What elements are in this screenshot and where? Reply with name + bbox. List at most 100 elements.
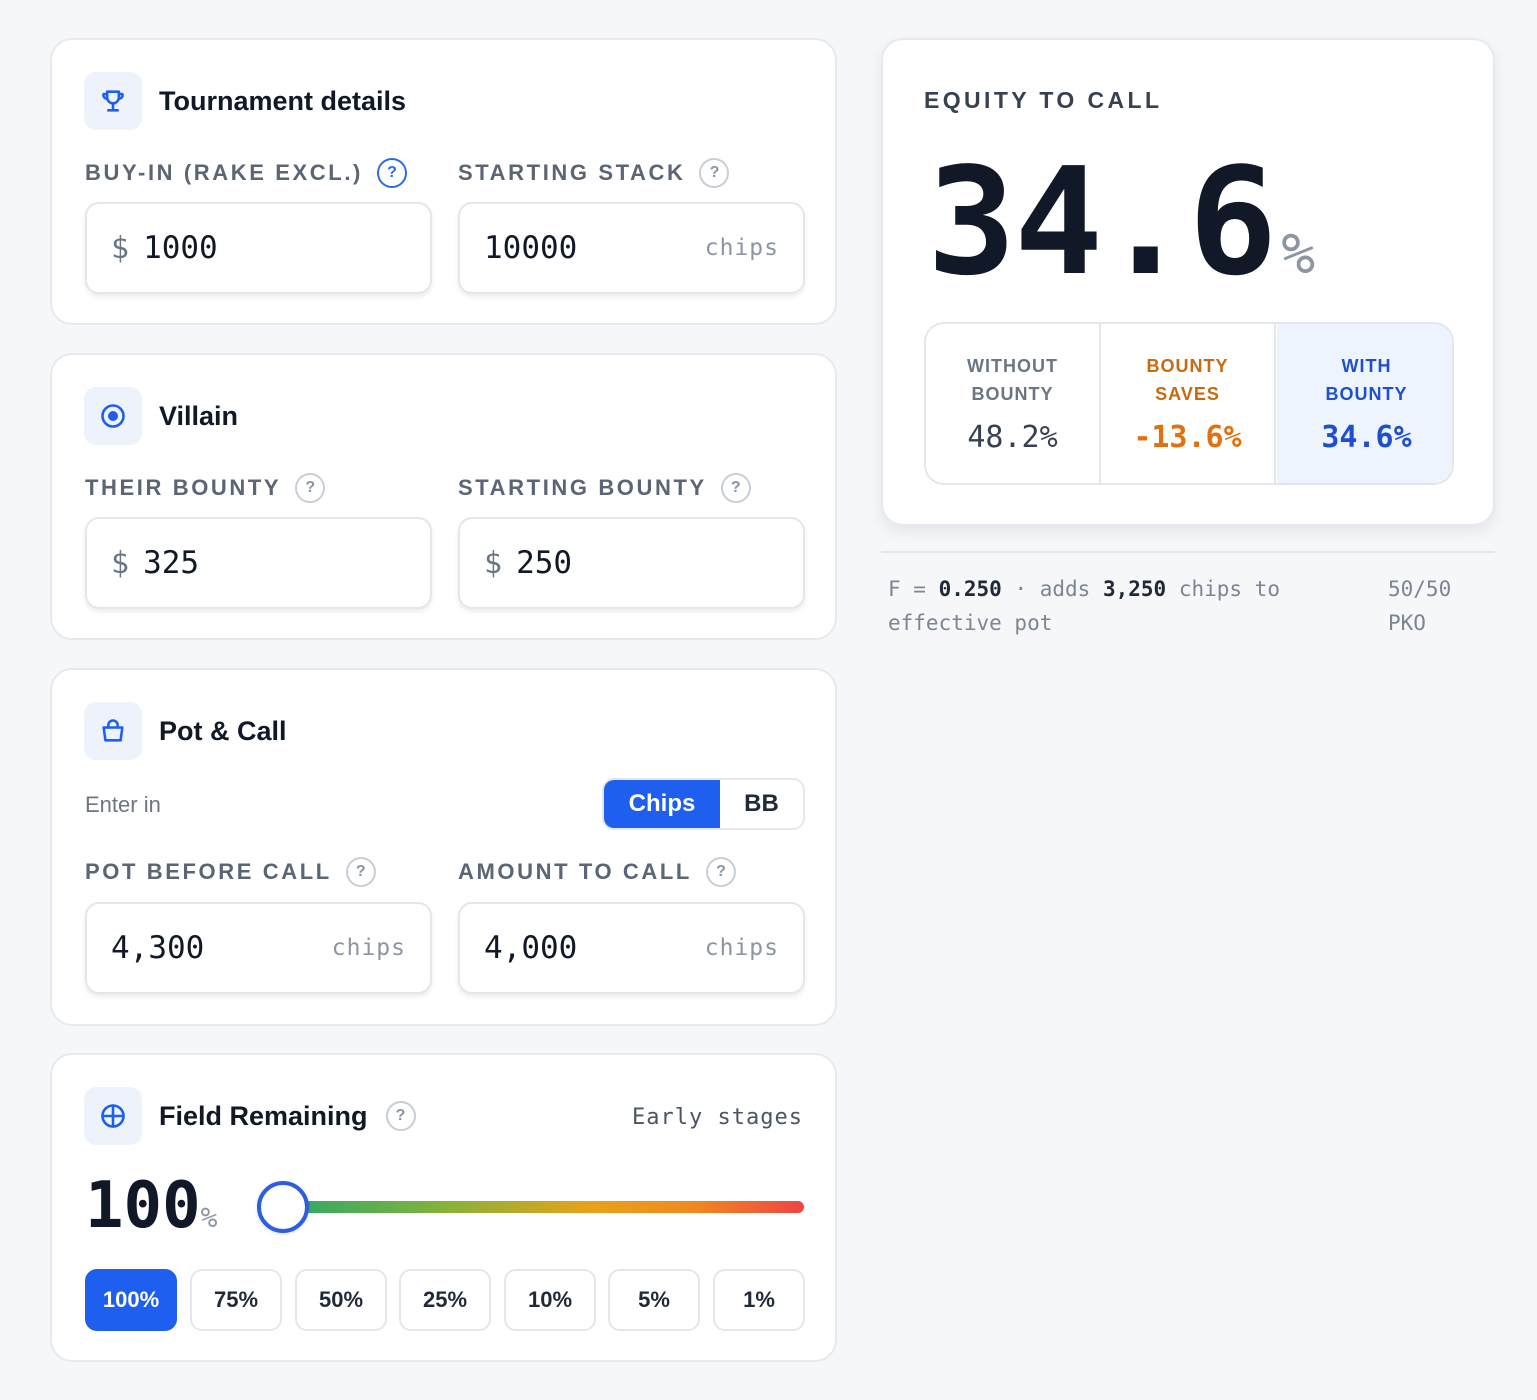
- unit-suffix: chips: [704, 935, 779, 961]
- help-icon[interactable]: ?: [345, 857, 376, 887]
- equity-breakdown: WITHOUT BOUNTY 48.2% BOUNTY SAVES -13.6%…: [924, 322, 1454, 485]
- buyin-label-text: BUY-IN (RAKE EXCL.): [85, 160, 363, 185]
- buyin-value: 1000: [143, 230, 218, 266]
- amount-to-call-label: AMOUNT TO CALL ?: [458, 857, 736, 887]
- currency-prefix: $: [111, 545, 130, 581]
- card-title: Field Remaining: [159, 1100, 368, 1131]
- their-bounty-label-text: THEIR BOUNTY: [85, 475, 282, 500]
- bounty-saves-label-line2: SAVES: [1155, 384, 1220, 404]
- with-bounty-cell: WITH BOUNTY 34.6%: [1277, 324, 1452, 483]
- field-remaining-card: Field Remaining ? Early stages 100 % 100…: [50, 1053, 837, 1362]
- card-header: Field Remaining ?: [84, 1087, 416, 1145]
- amount-to-call-value: 4,000: [484, 930, 578, 966]
- unit-suffix: chips: [704, 235, 779, 261]
- factor-value: 0.250: [938, 577, 1002, 601]
- divider: [881, 551, 1495, 553]
- pot-call-card: Pot & Call Enter in Chips BB POT BEFORE …: [50, 668, 837, 1026]
- pot-before-call-input[interactable]: 4,300 chips: [85, 902, 432, 994]
- format-line1: 50/50: [1388, 577, 1452, 601]
- starting-bounty-input[interactable]: $ 250: [458, 517, 805, 609]
- preset-100[interactable]: 100%: [85, 1269, 177, 1331]
- help-icon[interactable]: ?: [376, 158, 407, 188]
- starting-bounty-label-text: STARTING BOUNTY: [458, 475, 707, 500]
- their-bounty-label: THEIR BOUNTY ?: [85, 473, 326, 503]
- added-chips-value: 3,250: [1102, 577, 1167, 601]
- with-bounty-label-line1: WITH: [1341, 356, 1392, 376]
- help-icon[interactable]: ?: [385, 1101, 416, 1131]
- equity-value-display: 34.6 %: [927, 136, 1315, 308]
- help-icon[interactable]: ?: [699, 158, 730, 188]
- pot-before-call-label-text: POT BEFORE CALL: [85, 859, 332, 884]
- card-title: Pot & Call: [159, 715, 287, 746]
- help-icon[interactable]: ?: [705, 857, 736, 887]
- unit-toggle[interactable]: Chips BB: [602, 778, 805, 830]
- basket-icon: [84, 702, 142, 760]
- their-bounty-input[interactable]: $ 325: [85, 517, 432, 609]
- starting-stack-input[interactable]: 10000 chips: [458, 202, 805, 294]
- buyin-label: BUY-IN (RAKE EXCL.) ?: [85, 158, 407, 188]
- preset-75[interactable]: 75%: [190, 1269, 282, 1331]
- enter-in-label: Enter in: [85, 792, 161, 817]
- with-bounty-label-line2: BOUNTY: [1325, 384, 1408, 404]
- starting-stack-value: 10000: [484, 230, 578, 266]
- without-bounty-value: 48.2%: [967, 420, 1058, 455]
- starting-bounty-value: 250: [516, 545, 573, 581]
- preset-50[interactable]: 50%: [295, 1269, 387, 1331]
- target-icon: [84, 387, 142, 445]
- help-icon[interactable]: ?: [295, 473, 326, 503]
- factor-prefix: F =: [888, 577, 939, 601]
- bounty-saves-value: -13.6%: [1133, 420, 1242, 455]
- format-note: 50/50 PKO: [1388, 572, 1451, 640]
- with-bounty-value: 34.6%: [1321, 420, 1412, 455]
- bounty-factor-note: F = 0.250 · adds 3,250 chips to effectiv…: [888, 572, 1338, 640]
- preset-5[interactable]: 5%: [608, 1269, 700, 1331]
- card-header: Tournament details: [84, 72, 406, 130]
- amount-to-call-input[interactable]: 4,000 chips: [458, 902, 805, 994]
- equity-card: EQUITY TO CALL 34.6 % WITHOUT BOUNTY 48.…: [881, 38, 1495, 526]
- chips-to-text: chips to: [1166, 577, 1280, 601]
- without-bounty-label-line1: WITHOUT: [967, 356, 1058, 376]
- card-header: Pot & Call: [84, 702, 287, 760]
- preset-25[interactable]: 25%: [399, 1269, 491, 1331]
- pot-before-call-value: 4,300: [111, 930, 205, 966]
- currency-prefix: $: [484, 545, 503, 581]
- equity-title: EQUITY TO CALL: [924, 87, 1163, 113]
- starting-stack-label-text: STARTING STACK: [458, 160, 686, 185]
- card-title: Villain: [159, 400, 239, 431]
- buyin-input[interactable]: $ 1000: [85, 202, 432, 294]
- field-slider-track[interactable]: [292, 1201, 804, 1213]
- field-unit: %: [200, 1201, 218, 1234]
- starting-bounty-label: STARTING BOUNTY ?: [458, 473, 751, 503]
- crosshair-icon: [84, 1087, 142, 1145]
- tournament-details-card: Tournament details BUY-IN (RAKE EXCL.) ?…: [50, 38, 837, 325]
- adds-text: · adds: [1001, 577, 1103, 601]
- field-value: 100: [85, 1169, 201, 1243]
- unit-option-chips[interactable]: Chips: [604, 780, 720, 828]
- unit-option-bb[interactable]: BB: [720, 780, 803, 828]
- field-value-display: 100 %: [85, 1169, 217, 1243]
- effective-pot-text: effective pot: [888, 611, 1053, 635]
- format-line2: PKO: [1388, 611, 1426, 635]
- stage-label: Early stages: [632, 1105, 803, 1130]
- field-slider-thumb[interactable]: [257, 1181, 309, 1233]
- villain-card: Villain THEIR BOUNTY ? STARTING BOUNTY ?…: [50, 353, 837, 640]
- with-bounty-label: WITH BOUNTY: [1326, 352, 1408, 408]
- without-bounty-label-line2: BOUNTY: [971, 384, 1054, 404]
- bounty-saves-cell: BOUNTY SAVES -13.6%: [1101, 324, 1276, 483]
- trophy-icon: [84, 72, 142, 130]
- currency-prefix: $: [111, 230, 130, 266]
- bounty-factor-line1: F = 0.250 · adds 3,250 chips to: [888, 572, 1338, 606]
- without-bounty-label: WITHOUT BOUNTY: [967, 352, 1058, 408]
- without-bounty-cell: WITHOUT BOUNTY 48.2%: [926, 324, 1101, 483]
- their-bounty-value: 325: [143, 545, 200, 581]
- unit-suffix: chips: [331, 935, 406, 961]
- pot-before-call-label: POT BEFORE CALL ?: [85, 857, 376, 887]
- preset-1[interactable]: 1%: [713, 1269, 805, 1331]
- preset-10[interactable]: 10%: [504, 1269, 596, 1331]
- bounty-saves-label-line1: BOUNTY: [1146, 356, 1229, 376]
- equity-unit: %: [1281, 222, 1316, 287]
- starting-stack-label: STARTING STACK ?: [458, 158, 730, 188]
- help-icon[interactable]: ?: [720, 473, 751, 503]
- equity-value: 34.6: [927, 136, 1277, 308]
- amount-to-call-label-text: AMOUNT TO CALL: [458, 859, 692, 884]
